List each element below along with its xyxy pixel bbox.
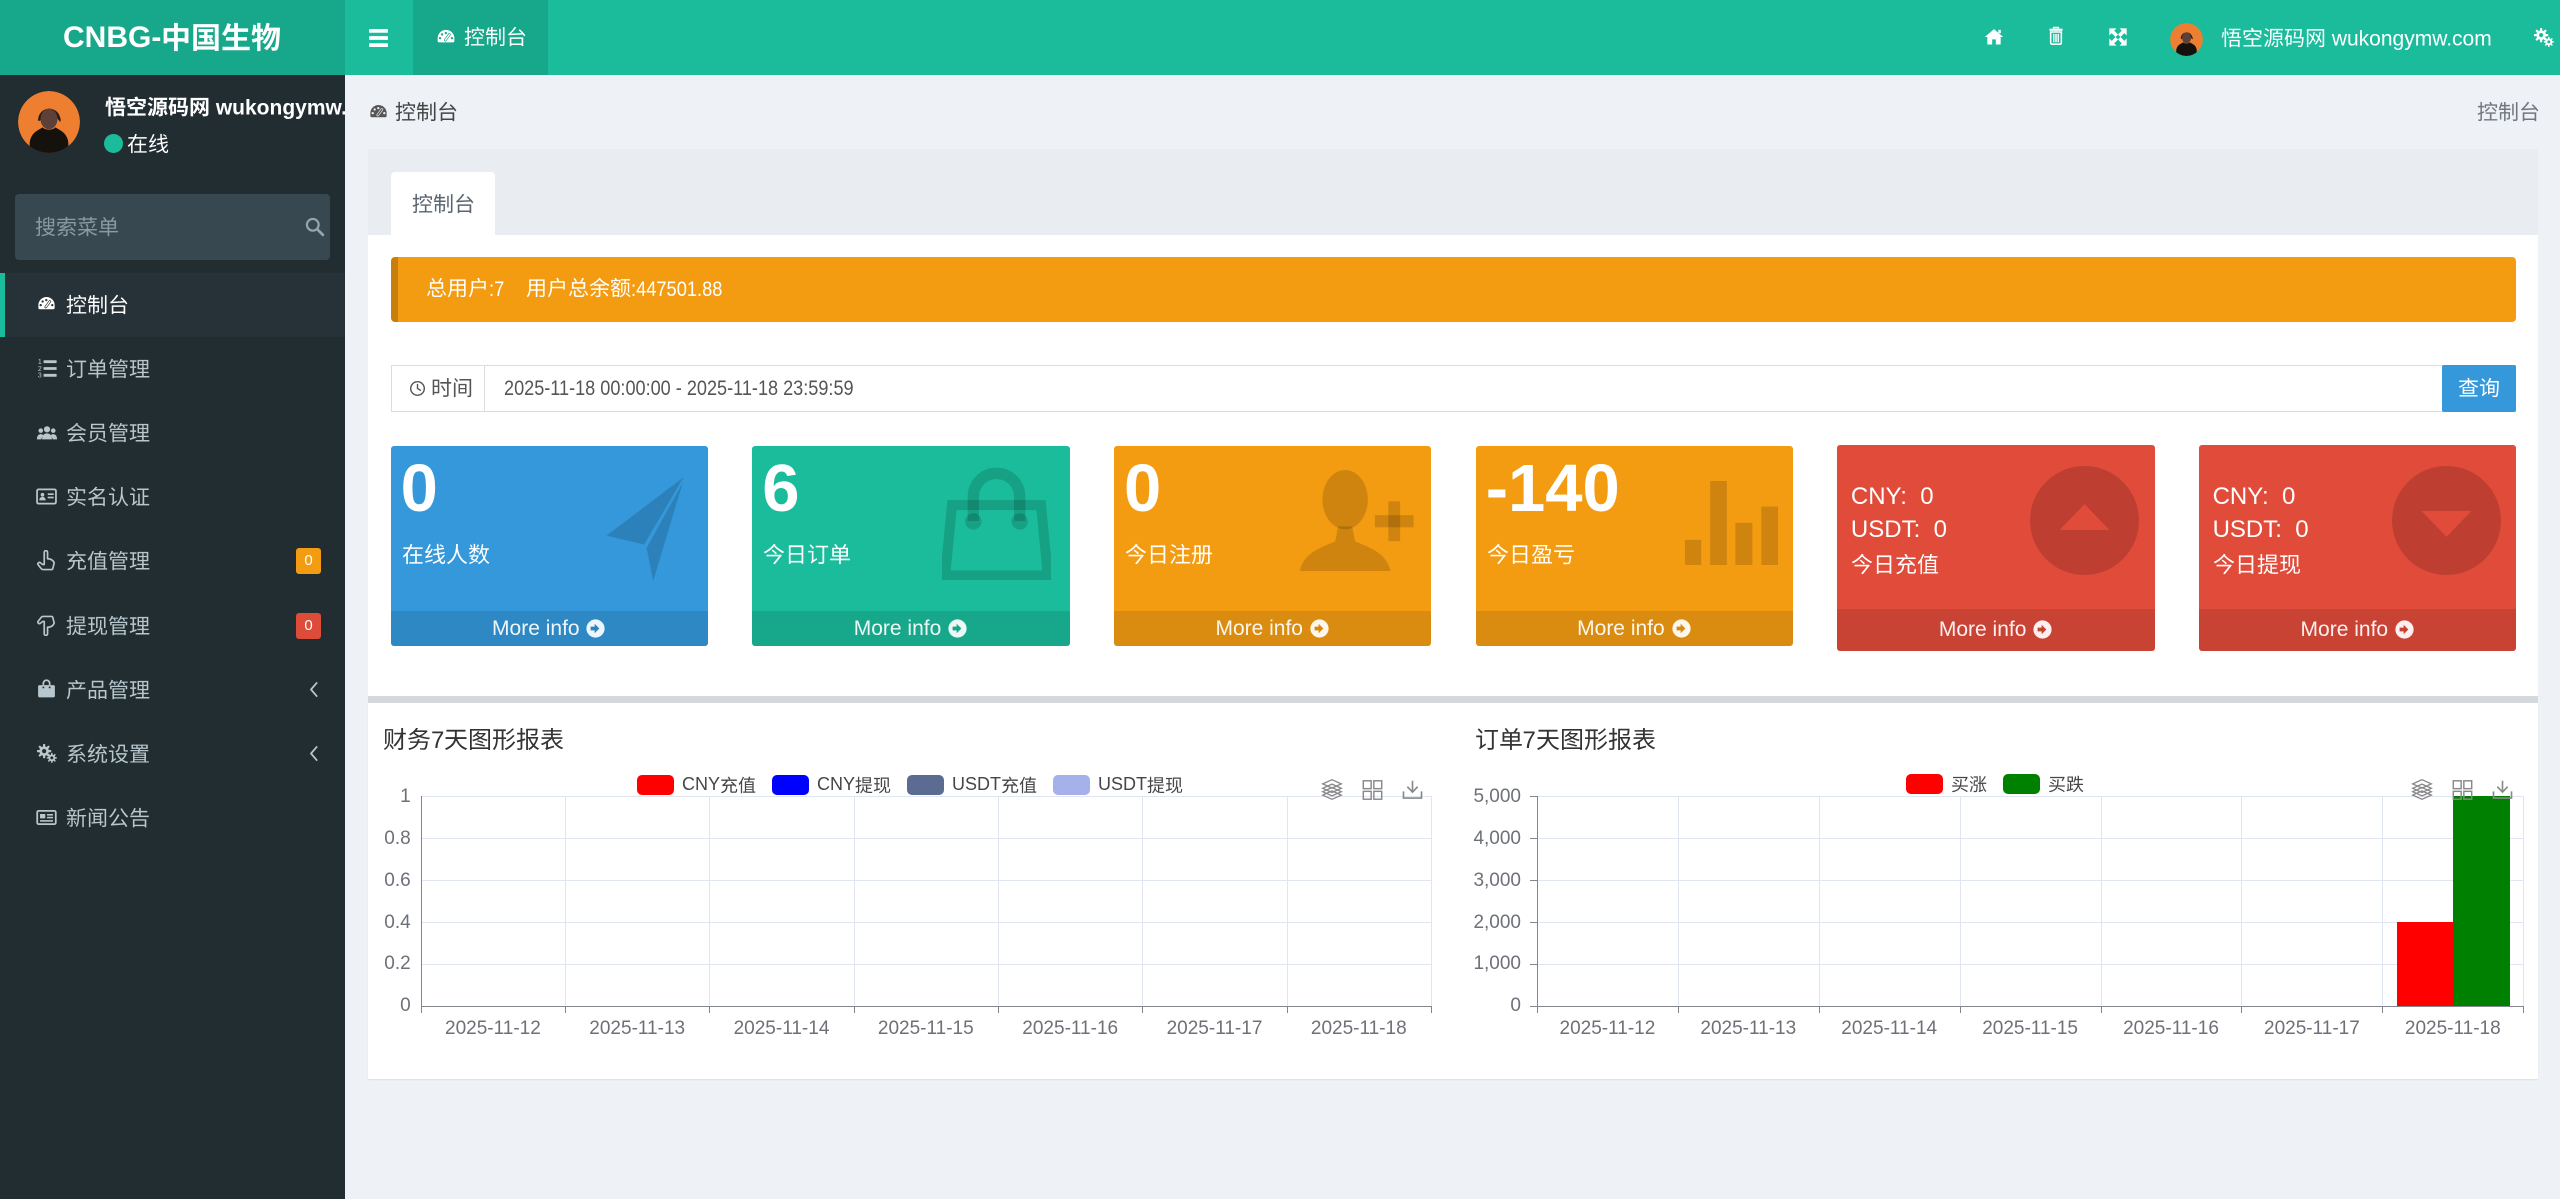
svg-text:3: 3	[38, 373, 42, 379]
svg-text:2: 2	[38, 366, 42, 373]
svg-text:1: 1	[38, 359, 42, 366]
